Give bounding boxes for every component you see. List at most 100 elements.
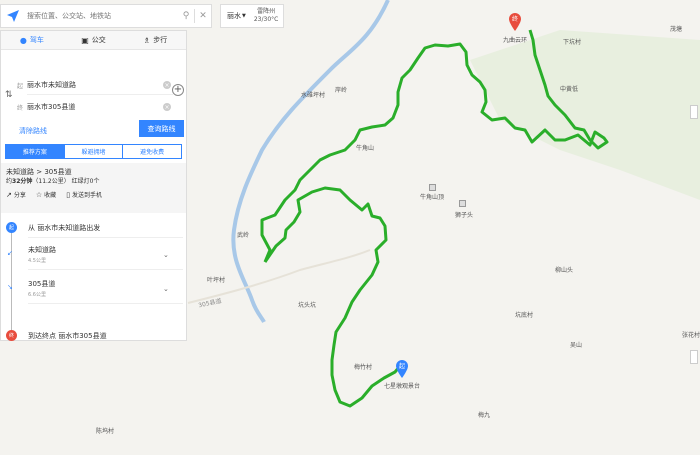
share-button[interactable]: ↗ 分享 <box>6 190 26 200</box>
place-label: 七星墩观景台 <box>384 383 421 390</box>
tab-label: 公交 <box>91 36 106 44</box>
tab-avoid-toll[interactable]: 避免收费 <box>123 145 182 158</box>
weather-city: 雷降州 <box>257 8 276 15</box>
turn-arrow-icon: ↙ <box>7 249 13 257</box>
end-field[interactable]: 终 丽水市305县道 × <box>17 100 171 114</box>
tab-walk[interactable]: ♗ 步行 <box>124 31 186 49</box>
place-label: 狮子头 <box>455 212 474 219</box>
step-road[interactable]: 305县道 <box>28 279 55 289</box>
travel-mode-tabs: ● 驾车 ▣ 公交 ♗ 步行 <box>1 31 186 50</box>
place-label: 武岭 <box>237 232 250 239</box>
close-icon[interactable]: ✕ <box>195 6 211 26</box>
walk-icon: ♗ <box>143 35 151 45</box>
mountain-icon <box>459 200 466 207</box>
clear-route-link[interactable]: 清除路线 <box>19 126 47 136</box>
start-marker: 起 <box>6 222 17 233</box>
query-route-button[interactable]: 查询路线 <box>139 120 184 137</box>
place-label: 中黄低 <box>560 86 579 93</box>
place-label: 茂塘 <box>670 26 683 33</box>
place-label: 梅竹村 <box>354 364 373 371</box>
add-waypoint-icon[interactable]: + <box>172 84 184 96</box>
weather-temperature: 23/30°C <box>253 16 279 23</box>
end-tag: 终 <box>17 104 24 112</box>
route-actions: 清除路线 查询路线 <box>1 120 186 144</box>
place-label: 牛角山 <box>356 145 375 152</box>
route-summary: 未知道路 > 305县道 约32分钟（11.2公里） 红绿灯0个 ↗ 分享 ☆ 收藏… <box>1 163 186 213</box>
route-inputs: ⇅ 起 丽水市未知道路 × 终 丽水市305县道 × + <box>1 50 186 120</box>
city-weather-box: 丽水 ▼ 雷降州 23/30°C <box>220 4 284 28</box>
divider <box>28 237 183 238</box>
favorite-label: 收藏 <box>44 192 57 199</box>
bus-icon: ▣ <box>81 35 89 45</box>
share-label: 分享 <box>13 192 26 199</box>
svg-text:起: 起 <box>399 362 405 370</box>
mountain-icon <box>429 184 436 191</box>
weather-widget: 雷降州 23/30°C <box>254 8 278 24</box>
tab-avoid-congestion[interactable]: 躲避拥堵 <box>64 145 124 158</box>
summary-time: 32分钟 <box>12 178 33 185</box>
summary-stats: 约32分钟（11.2公里） 红绿灯0个 <box>6 177 181 187</box>
tab-bus[interactable]: ▣ 公交 <box>63 31 125 49</box>
divider <box>28 269 183 270</box>
city-selector[interactable]: 丽水 <box>227 11 241 21</box>
end-marker: 终 <box>6 330 17 341</box>
tab-label: 驾车 <box>29 36 44 44</box>
place-label: 张花村 <box>682 332 700 339</box>
route-panel: ● 驾车 ▣ 公交 ♗ 步行 ⇅ 起 丽水市未知道路 × 终 丽水市305县道 … <box>0 30 187 341</box>
chevron-down-icon[interactable]: ▼ <box>242 13 246 19</box>
start-value[interactable]: 丽水市未知道路 <box>27 80 163 90</box>
place-label: 吴山 <box>570 342 583 349</box>
svg-text:终: 终 <box>512 15 518 23</box>
divider <box>28 303 183 304</box>
end-value[interactable]: 丽水市305县道 <box>27 102 163 112</box>
map-side-control[interactable] <box>690 105 698 119</box>
step-start-text: 从 丽水市未知道路出发 <box>28 224 101 232</box>
divider <box>27 94 173 95</box>
step-distance: 6.6公里 <box>28 292 46 298</box>
tab-drive[interactable]: ● 驾车 <box>1 31 63 49</box>
step-distance: 4.5公里 <box>28 258 46 264</box>
place-label: 陈坞村 <box>96 428 115 435</box>
summary-distance: （11.2公里） <box>32 178 70 185</box>
place-label: 岸岭 <box>335 87 348 94</box>
send-to-phone-button[interactable]: ▯ 发送到手机 <box>66 190 103 200</box>
step-road[interactable]: 未知道路 <box>28 245 56 255</box>
plane-logo-icon <box>1 5 25 27</box>
share-icon: ↗ <box>6 190 12 199</box>
plan-tabs: 推荐方案 躲避拥堵 避免收费 <box>5 144 182 159</box>
search-input[interactable] <box>25 6 178 26</box>
car-icon: ● <box>19 35 27 45</box>
place-label: 叶坪村 <box>207 277 226 284</box>
chevron-down-icon[interactable]: ⌄ <box>163 251 169 259</box>
tab-label: 步行 <box>153 36 168 44</box>
start-tag: 起 <box>17 82 24 90</box>
send-label: 发送到手机 <box>72 192 103 199</box>
swap-icon[interactable]: ⇅ <box>5 90 13 100</box>
map-side-control[interactable] <box>690 350 698 364</box>
clear-end-icon[interactable]: × <box>163 103 171 111</box>
route-steps: 起 从 丽水市未知道路出发 ↙ 未知道路 4.5公里 ⌄ ↘ 305县道 6.6… <box>1 213 186 341</box>
favorite-button[interactable]: ☆ 收藏 <box>35 190 57 200</box>
tab-recommended[interactable]: 推荐方案 <box>6 145 65 158</box>
place-label: 九曲云环 <box>503 37 528 44</box>
phone-icon: ▯ <box>66 190 71 199</box>
place-label: 坑底村 <box>515 312 534 319</box>
timeline-line <box>11 227 12 337</box>
place-label: 下坑村 <box>563 39 582 46</box>
place-label: 水碓坪村 <box>301 92 326 99</box>
summary-lights: 红绿灯0个 <box>71 178 100 185</box>
place-label: 牛角山顶 <box>420 194 445 201</box>
place-label: 坑头坑 <box>298 302 317 309</box>
start-field[interactable]: 起 丽水市未知道路 × <box>17 78 171 92</box>
search-icon[interactable]: ⚲ <box>178 6 194 26</box>
star-icon: ☆ <box>35 190 43 199</box>
chevron-down-icon[interactable]: ⌄ <box>163 285 169 293</box>
clear-start-icon[interactable]: × <box>163 81 171 89</box>
summary-tools: ↗ 分享 ☆ 收藏 ▯ 发送到手机 <box>6 190 181 200</box>
place-label: 柳山头 <box>555 267 574 274</box>
search-bar: ⚲ ✕ <box>0 4 212 28</box>
place-label: 梅九 <box>478 412 491 419</box>
end-pin-icon[interactable]: 终 <box>509 13 521 31</box>
turn-arrow-icon: ↘ <box>7 283 13 291</box>
start-pin-icon[interactable]: 起 <box>396 360 408 378</box>
